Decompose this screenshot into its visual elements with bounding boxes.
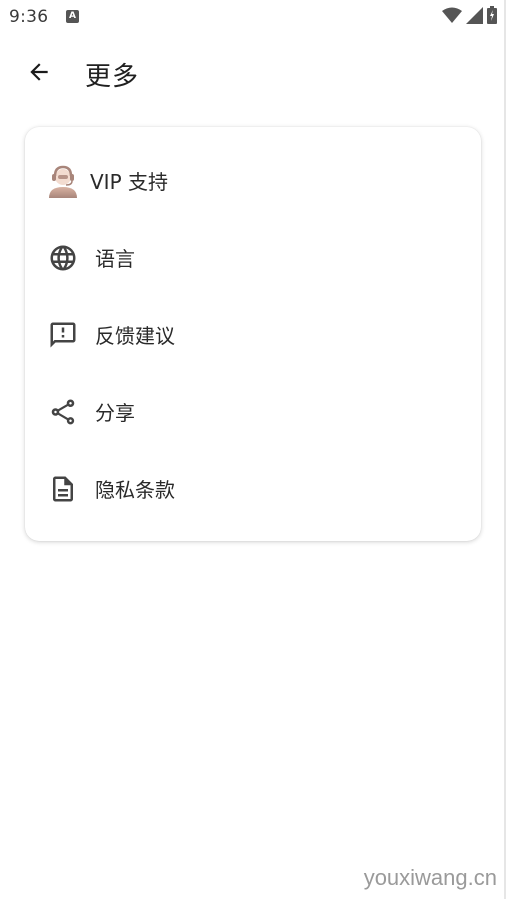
- app-bar: 更多: [0, 34, 506, 112]
- back-button[interactable]: [22, 57, 56, 91]
- menu-item-label: VIP 支持: [90, 170, 168, 194]
- feedback-icon: [46, 318, 80, 352]
- menu-item-privacy-policy[interactable]: 隐私条款: [25, 450, 481, 527]
- share-icon: [46, 395, 80, 429]
- menu-item-label: 语言: [95, 247, 135, 271]
- menu-item-label: 反馈建议: [95, 324, 175, 348]
- battery-icon: [487, 6, 497, 28]
- status-bar: 9:36 A: [0, 0, 506, 34]
- document-icon: [46, 472, 80, 506]
- status-time: 9:36: [9, 7, 49, 27]
- screen: 9:36 A 更多 VIP 支持 语言 反馈建议 分享 隐私条款 youxiwa…: [0, 0, 506, 899]
- status-icons: [442, 6, 497, 28]
- customer-service-avatar-icon: [46, 164, 80, 198]
- globe-icon: [46, 241, 80, 275]
- menu-item-language[interactable]: 语言: [25, 219, 481, 296]
- menu-item-feedback[interactable]: 反馈建议: [25, 296, 481, 373]
- a-notification-icon: A: [66, 10, 79, 23]
- menu-item-label: 隐私条款: [95, 478, 175, 502]
- signal-icon: [466, 6, 483, 28]
- menu-item-label: 分享: [95, 401, 135, 425]
- menu-item-vip-support[interactable]: VIP 支持: [25, 142, 481, 219]
- arrow-left-icon: [26, 59, 52, 89]
- watermark: youxiwang.cn: [363, 865, 497, 890]
- menu-item-share[interactable]: 分享: [25, 373, 481, 450]
- menu-card: VIP 支持 语言 反馈建议 分享 隐私条款: [25, 127, 481, 541]
- page-title: 更多: [85, 62, 140, 92]
- wifi-icon: [442, 7, 462, 28]
